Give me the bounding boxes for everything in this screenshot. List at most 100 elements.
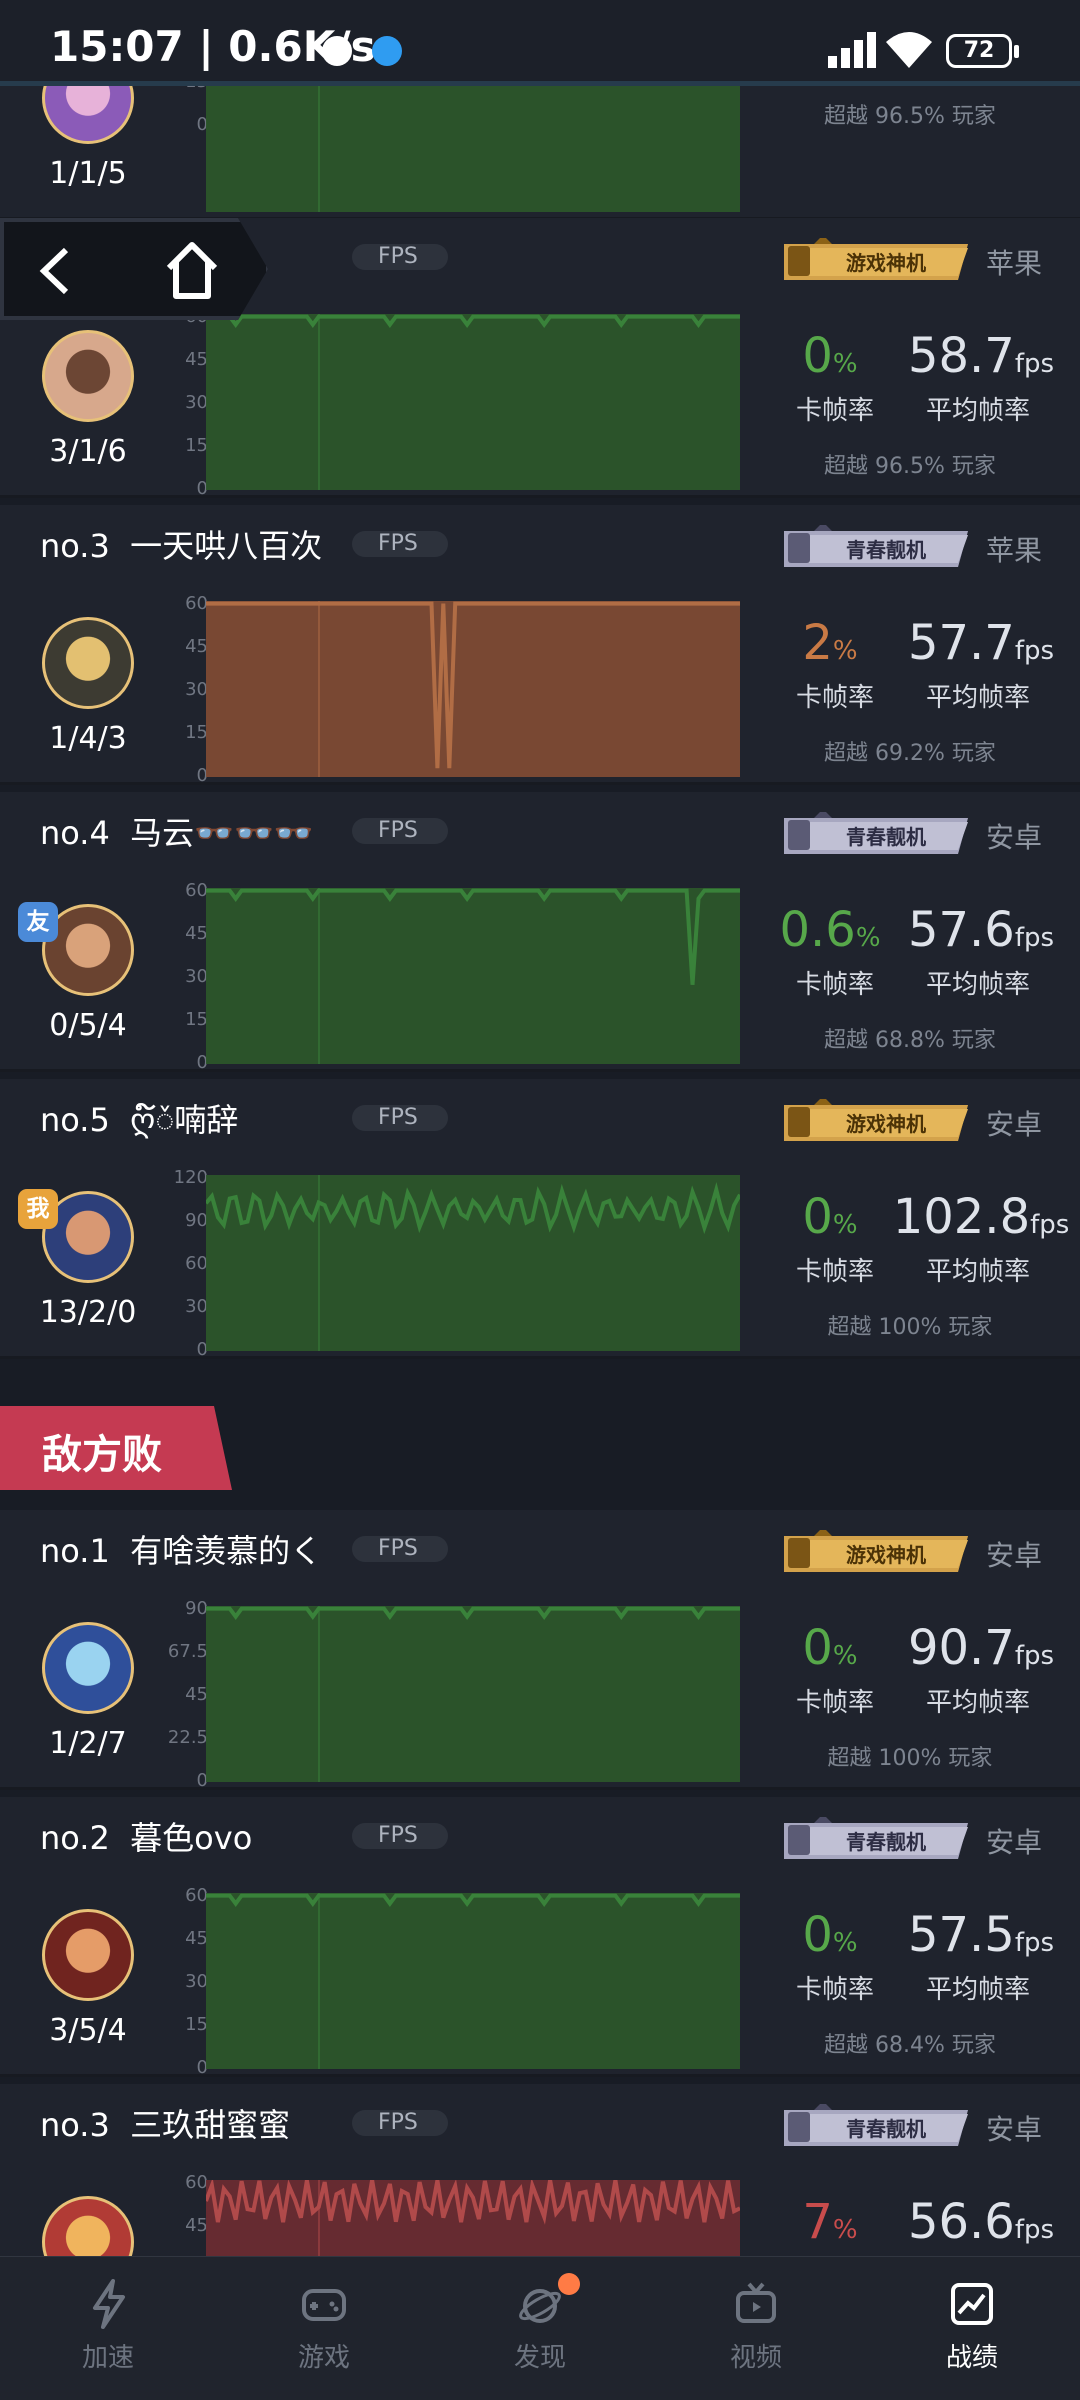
chart-tick: 30	[185, 966, 208, 987]
app-root: 15:07 | 0.6K/s 72 1/1/530150 卡帧率 平均帧率 超越…	[0, 0, 1080, 2400]
nav-item-games[interactable]: 游戏	[264, 2279, 384, 2389]
average-fps: 102.8fps	[892, 1189, 1070, 1245]
gold-device-badge: 游戏神机	[784, 1099, 968, 1141]
status-bar-divider	[0, 81, 1080, 86]
hero-avatar[interactable]	[42, 1622, 134, 1714]
hero-avatar[interactable]	[42, 330, 134, 422]
back-button[interactable]	[38, 246, 72, 296]
fps-tag: FPS	[352, 1823, 448, 1849]
rank-beat-text: 超越 68.4% 玩家	[824, 2033, 996, 2058]
nav-item-video[interactable]: 视频	[696, 2279, 816, 2389]
fps-tag: FPS	[352, 1536, 448, 1562]
gold-device-badge: 游戏神机	[784, 1530, 968, 1572]
fps-chart: 120 90 60 30 0	[150, 1167, 740, 1356]
stuck-rate: 0.6%	[779, 902, 881, 958]
player-name: no.2 暮色ovo	[40, 1819, 253, 1857]
rank-beat-text: 超越 96.5% 玩家	[824, 104, 996, 129]
chart-tick: 0	[196, 478, 208, 498]
nav-item-accelerate[interactable]: 加速	[48, 2279, 168, 2389]
hero-avatar[interactable]	[42, 1909, 134, 2001]
chart-tick: 60	[185, 2172, 208, 2193]
fps-area	[206, 1175, 740, 1351]
fps-chart: 604530150	[150, 593, 740, 782]
floating-nav-panel	[0, 218, 268, 320]
average-fps-label: 平均帧率	[925, 1688, 1030, 1718]
average-fps: 57.6fps	[907, 902, 1055, 958]
chart-tick: 45	[185, 2215, 208, 2236]
os-label: 安卓	[986, 1108, 1043, 1141]
fps-chart: 604530150	[150, 306, 740, 495]
stuck-rate: 0%	[802, 1907, 858, 1963]
purple-device-badge: 青春靓机	[784, 1817, 968, 1859]
fps-area	[206, 1893, 740, 2069]
chart-tick: 60	[185, 1253, 208, 1274]
lightning-icon	[93, 2279, 125, 2329]
gold-device-badge: 游戏神机	[784, 238, 968, 280]
hero-avatar[interactable]	[42, 617, 134, 709]
average-fps: 56.6fps	[907, 2194, 1055, 2250]
app-notification-icon	[322, 36, 352, 66]
battery-icon: 72	[946, 34, 1019, 68]
badge-label: 游戏神机	[846, 1112, 926, 1136]
fps-tag: FPS	[352, 1105, 448, 1131]
chart-tick: 15	[185, 435, 208, 456]
fps-area	[206, 1606, 740, 1782]
nav-item-discover[interactable]: 发现	[480, 2273, 600, 2389]
home-button[interactable]	[164, 240, 220, 302]
nav-label: 视频	[729, 2343, 782, 2373]
player-card[interactable]: no.5 ღ໌ᮨ喃辞 FPS 游戏神机 安卓我 13/2/0 120 90 60 30 0 0% …	[0, 1079, 1080, 1359]
status-bar: 15:07 | 0.6K/s 72	[0, 0, 1080, 86]
average-fps-label: 平均帧率	[925, 683, 1030, 713]
average-fps: 57.7fps	[907, 615, 1055, 671]
os-label: 安卓	[986, 2113, 1043, 2146]
stuck-rate-label: 卡帧率	[795, 1975, 874, 2005]
planet-icon	[519, 2289, 561, 2323]
badge-label: 青春靓机	[846, 825, 926, 849]
rank-beat-text: 超越 69.2% 玩家	[824, 741, 996, 766]
average-fps-label: 平均帧率	[925, 1257, 1030, 1287]
stuck-rate-label: 卡帧率	[795, 1688, 874, 1718]
os-label: 安卓	[986, 1539, 1043, 1572]
chart-tick: 120	[173, 1167, 208, 1188]
player-name: no.1 有啥羡慕的く	[40, 1532, 323, 1570]
player-card[interactable]: no.4 马云👓👓👓 FPS 青春靓机 安卓友 0/5/4 60 45 30 15 0 0.6% …	[0, 792, 1080, 1072]
stuck-rate: 7%	[802, 2194, 858, 2250]
stuck-rate-label: 卡帧率	[795, 970, 874, 1000]
player-card[interactable]: no.3 一天哄八百次 FPS 青春靓机 苹果 1/4/3 60 45 30 15 0 2% 57…	[0, 505, 1080, 785]
os-label: 苹果	[986, 534, 1043, 567]
average-fps-label: 平均帧率	[925, 396, 1030, 426]
chart-tick: 45	[185, 1684, 208, 1705]
rank-beat-text: 超越 100% 玩家	[827, 1315, 993, 1340]
chart-tick: 30	[185, 679, 208, 700]
fps-area	[206, 601, 740, 777]
chart-tick: 45	[185, 636, 208, 657]
nav-item-records[interactable]: 战绩	[912, 2279, 1032, 2389]
chart-tick: 45	[185, 349, 208, 370]
fps-tag: FPS	[352, 244, 448, 270]
average-fps-label: 平均帧率	[925, 1975, 1030, 2005]
average-fps: 90.7fps	[907, 1620, 1055, 1676]
purple-device-badge: 青春靓机	[784, 812, 968, 854]
chart-tick: 22.5	[167, 1727, 208, 1748]
nav-label: 发现	[513, 2343, 566, 2373]
os-label: 安卓	[986, 1826, 1043, 1859]
player-card[interactable]: no.2 暮色ovo FPS 青春靓机 安卓 3/5/4 60 45 30 15 0 0% 57.…	[0, 1797, 1080, 2077]
fps-area	[206, 314, 740, 490]
os-label: 安卓	[986, 821, 1043, 854]
player-card[interactable]: no.1 有啥羡慕的く FPS 游戏神机 安卓 1/2/7 90 67.5 45 22.5 0 0…	[0, 1510, 1080, 1790]
chart-tick: 0	[196, 1770, 208, 1790]
rank-beat-text: 超越 96.5% 玩家	[824, 454, 996, 479]
wifi-icon	[886, 32, 932, 68]
nav-label: 加速	[81, 2343, 134, 2373]
bottom-navigation: 加速 游戏 发现 视频 战绩	[0, 2256, 1080, 2400]
fps-chart: 90 67.5 45 22.5 0	[150, 1598, 740, 1787]
fps-tag: FPS	[352, 2110, 448, 2136]
average-fps-label: 平均帧率	[925, 970, 1030, 1000]
purple-device-badge: 青春靓机	[784, 2104, 968, 2146]
stuck-rate: 0%	[802, 1189, 858, 1245]
nav-label: 战绩	[945, 2343, 998, 2373]
notification-dot-icon	[558, 2273, 580, 2295]
chart-tick: 30	[185, 1296, 208, 1317]
player-name: no.5 ღ໌ᮨ喃辞	[40, 1101, 239, 1139]
stuck-rate: 0%	[802, 328, 858, 384]
